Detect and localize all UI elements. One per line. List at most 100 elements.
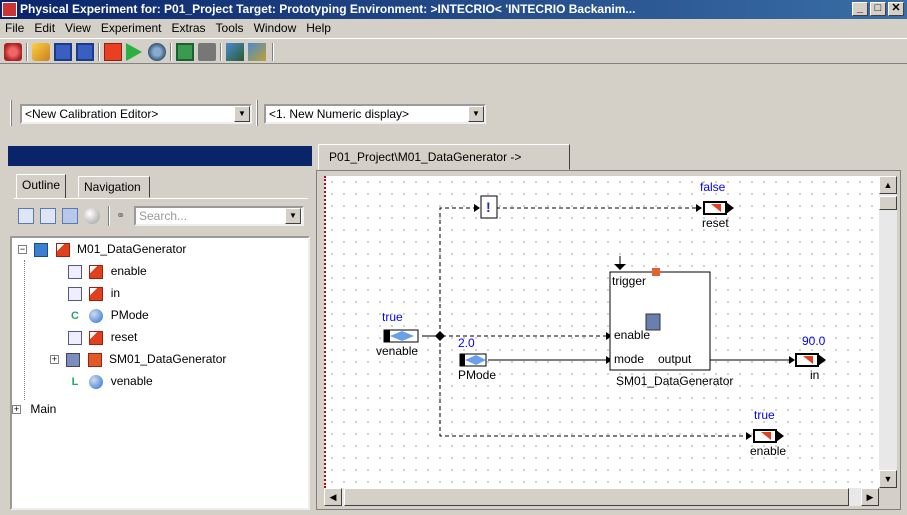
experiment-icon[interactable] [4, 43, 22, 61]
close-button[interactable]: ✕ [888, 2, 904, 16]
toolbar-separator [26, 43, 28, 61]
connect-icon[interactable] [148, 43, 166, 61]
toolbar-separator [170, 43, 172, 61]
constant-icon: C [71, 309, 79, 322]
numeric-display-select[interactable]: <1. New Numeric display> [264, 104, 486, 124]
menu-extras[interactable]: Extras [167, 19, 211, 38]
in-port-icon[interactable] [795, 353, 819, 367]
tree-item-main[interactable]: + Main [12, 398, 56, 420]
tab-outline[interactable]: Outline [16, 174, 67, 198]
tree-item-m01-datagenerator[interactable]: − M01_DataGenerator [18, 238, 186, 260]
tree-item-sm01-datagenerator[interactable]: + SM01_DataGenerator [50, 348, 226, 370]
diagram-canvas[interactable]: ! false reset true venable 2.0 PMode tri… [324, 176, 879, 488]
tree-item-pmode[interactable]: C PMode [68, 304, 149, 326]
open-icon[interactable] [32, 43, 50, 61]
menu-bar: File Edit View Experiment Extras Tools Window H… [0, 19, 907, 38]
menu-view[interactable]: View [60, 19, 96, 38]
venable-input-cap [384, 330, 390, 342]
scroll-down-icon[interactable]: ▼ [879, 470, 897, 488]
enable-label: enable [750, 444, 787, 458]
solid-connections [422, 256, 791, 361]
save-icon[interactable] [54, 43, 72, 61]
tree-item-label: venable [110, 374, 153, 388]
scroll-up-icon[interactable]: ▲ [879, 176, 897, 194]
tree-item-label: enable [110, 264, 147, 278]
horizontal-scroll-thumb[interactable] [344, 488, 849, 506]
scrollbar-corner [879, 488, 897, 506]
expand-icon[interactable]: + [12, 405, 21, 415]
minimize-button[interactable]: _ [852, 2, 868, 16]
search-placeholder: Search... [139, 209, 188, 223]
venable-label: venable [376, 344, 419, 358]
app-icon[interactable] [2, 2, 17, 17]
tree-item-in[interactable]: in [68, 282, 120, 304]
vertical-scroll-thumb[interactable] [879, 196, 897, 210]
scroll-left-icon[interactable]: ◀ [324, 488, 342, 506]
calibration-editor-dropdown-icon[interactable]: ▼ [234, 106, 250, 122]
expand-icon[interactable]: + [50, 355, 59, 365]
outline-panel-header[interactable] [8, 146, 312, 166]
venable-value: true [382, 310, 403, 324]
tab-navigation-label: Navigation [84, 180, 141, 194]
menu-window[interactable]: Window [249, 19, 302, 38]
pmode-input-cap [460, 354, 465, 366]
tree-item-label: SM01_DataGenerator [109, 352, 227, 366]
stop-icon[interactable] [104, 43, 122, 61]
tree-item-venable[interactable]: L venable [68, 370, 153, 392]
toolbar-separator [108, 206, 110, 226]
search-input[interactable]: Search... [134, 206, 304, 226]
toolbar-grip [256, 100, 258, 126]
module-icon [34, 242, 49, 257]
block-port-enable: enable [614, 328, 651, 342]
play-icon[interactable] [126, 43, 142, 61]
horizontal-scrollbar[interactable]: ◀ ▶ [324, 488, 879, 506]
layout-icon[interactable] [176, 43, 194, 61]
expand-tree-icon[interactable] [18, 208, 34, 224]
sync-icon[interactable] [84, 208, 100, 224]
toolbar-grip [10, 100, 12, 126]
calibration-editor-value: <New Calibration Editor> [25, 107, 159, 121]
vertical-scrollbar[interactable]: ▲ ▼ [879, 176, 897, 488]
block-icon [87, 352, 102, 367]
block-port-trigger: trigger [612, 274, 647, 288]
filter-tree-icon[interactable] [62, 208, 78, 224]
tree-item-label: Main [30, 402, 57, 416]
scroll-right-icon[interactable]: ▶ [861, 488, 879, 506]
enable-port-icon[interactable] [753, 429, 777, 443]
link-icon[interactable]: ⚭ [116, 209, 125, 222]
reset-port-icon[interactable] [703, 201, 727, 215]
save-all-icon[interactable] [76, 43, 94, 61]
maximize-button[interactable]: □ [870, 2, 886, 16]
menu-tools[interactable]: Tools [211, 19, 249, 38]
message-icon [68, 286, 82, 301]
signal-icon [89, 330, 104, 345]
constant-icon: L [71, 375, 79, 388]
tree-item-enable[interactable]: enable [68, 260, 147, 282]
upload-icon[interactable] [248, 43, 266, 61]
diagram-svg: ! [383, 195, 826, 443]
window-title-bar[interactable]: Physical Experiment for: P01_Project Tar… [0, 0, 907, 19]
menu-help[interactable]: Help [301, 19, 336, 38]
search-dropdown-icon[interactable]: ▼ [285, 208, 301, 224]
arrowhead [474, 204, 480, 212]
menu-edit[interactable]: Edit [29, 19, 60, 38]
calibration-editor-select[interactable]: <New Calibration Editor> [20, 104, 252, 124]
parameter-icon [89, 374, 104, 389]
signal-icon [89, 286, 104, 301]
hardware-icon[interactable] [198, 43, 216, 61]
tree-item-reset[interactable]: reset [68, 326, 137, 348]
parameter-icon [89, 308, 104, 323]
tab-divider [14, 198, 308, 199]
outline-tree[interactable]: − M01_DataGenerator enable in C PMode re… [10, 236, 310, 510]
connection-line [439, 207, 474, 336]
collapse-icon[interactable]: − [18, 245, 27, 255]
menu-experiment[interactable]: Experiment [96, 19, 167, 38]
download-icon[interactable] [226, 43, 244, 61]
tree-item-label: PMode [110, 308, 149, 322]
menu-file[interactable]: File [0, 19, 29, 38]
numeric-display-dropdown-icon[interactable]: ▼ [468, 106, 484, 122]
collapse-tree-icon[interactable] [40, 208, 56, 224]
reset-label: reset [702, 216, 729, 230]
tab-navigation[interactable]: Navigation [78, 176, 150, 198]
editor-tab[interactable]: P01_Project\M01_DataGenerator -> [318, 144, 570, 170]
